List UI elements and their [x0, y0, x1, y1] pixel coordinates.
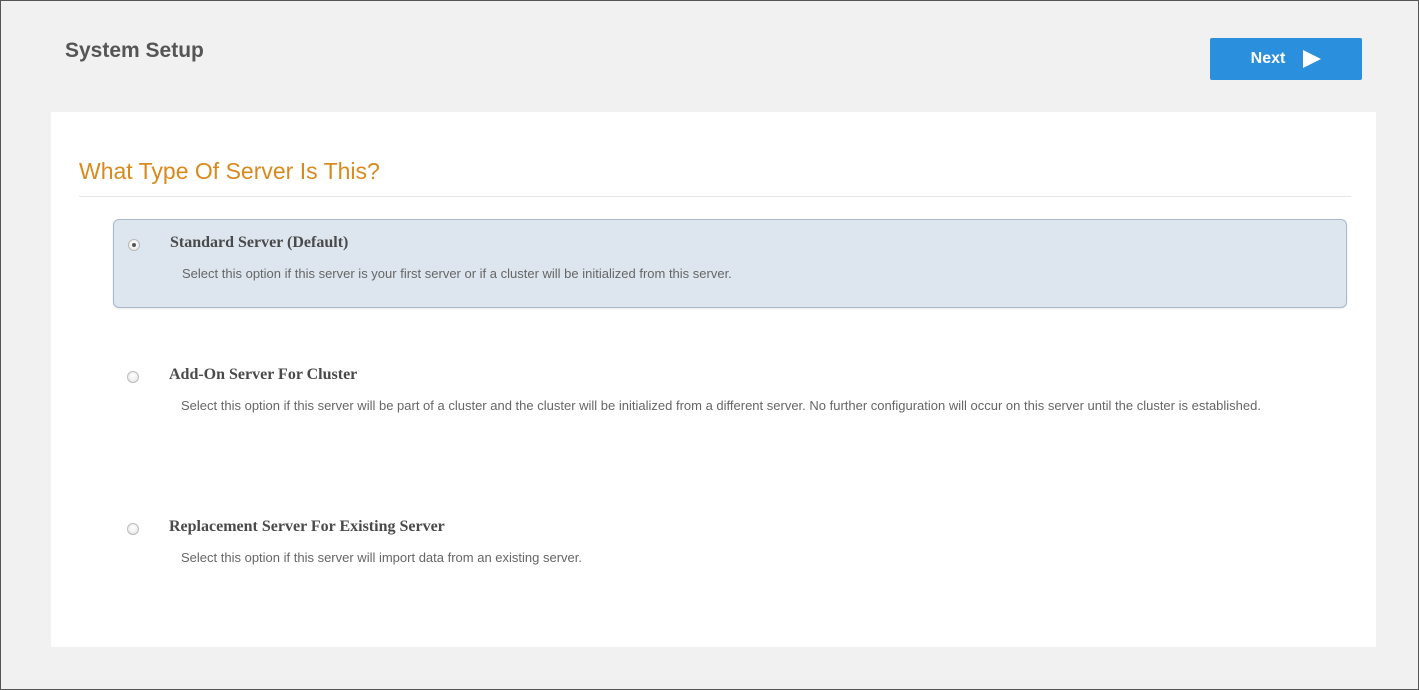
radio-icon[interactable] — [128, 239, 140, 251]
option-description: Select this option if this server will b… — [181, 398, 1261, 413]
radio-icon[interactable] — [127, 371, 139, 383]
radio-icon[interactable] — [127, 523, 139, 535]
option-label: Standard Server (Default) — [170, 234, 349, 251]
option-description: Select this option if this server will i… — [181, 550, 582, 565]
option-label: Add-On Server For Cluster — [169, 366, 358, 383]
option-label: Replacement Server For Existing Server — [169, 518, 445, 535]
option-standard-server[interactable]: Standard Server (Default) Select this op… — [113, 219, 1347, 308]
next-button[interactable]: Next — [1210, 38, 1362, 80]
section-divider — [79, 196, 1351, 197]
play-arrow-icon — [1303, 50, 1322, 68]
page-title: System Setup — [65, 39, 204, 62]
app-frame: System Setup Next What Type Of Server Is… — [0, 0, 1419, 690]
option-add-on-server[interactable]: Add-On Server For Cluster Select this op… — [113, 352, 1347, 456]
option-replacement-server[interactable]: Replacement Server For Existing Server S… — [113, 504, 1347, 584]
server-type-panel: What Type Of Server Is This? Standard Se… — [51, 112, 1376, 647]
next-button-label: Next — [1250, 50, 1286, 67]
option-description: Select this option if this server is you… — [182, 266, 732, 281]
section-title: What Type Of Server Is This? — [79, 158, 380, 184]
